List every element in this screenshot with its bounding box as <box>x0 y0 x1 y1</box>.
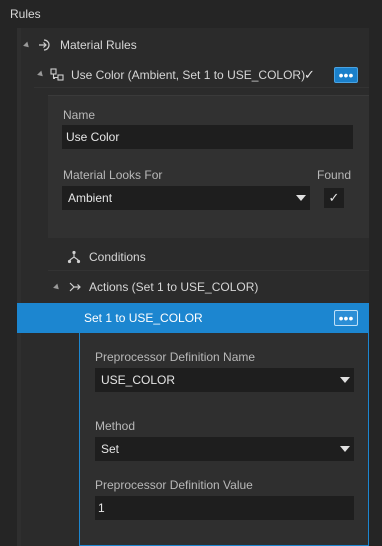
found-label: Found <box>317 168 352 182</box>
rule-menu-button[interactable]: ••• <box>334 67 358 83</box>
enabled-check-icon[interactable]: ✓ <box>304 67 315 83</box>
tree-item-use-color-rule[interactable]: Use Color (Ambient, Set 1 to USE_COLOR) … <box>34 62 369 88</box>
select-value: Ambient <box>68 191 113 205</box>
select-value: Set <box>101 442 120 456</box>
action-menu-button[interactable]: ••• <box>334 310 358 326</box>
name-field[interactable]: Use Color <box>62 125 353 149</box>
method-select[interactable]: Set <box>95 437 354 461</box>
tree-item-label: Set 1 to USE_COLOR <box>84 311 203 325</box>
tree-item-label: Actions (Set 1 to USE_COLOR) <box>89 280 259 294</box>
action-details-panel: Preprocessor Definition Name USE_COLOR M… <box>79 333 369 546</box>
tree-item-label: Conditions <box>89 249 146 264</box>
expand-triangle-icon[interactable] <box>53 283 61 291</box>
pp-value-field[interactable]: 1 <box>95 496 354 520</box>
chevron-down-icon <box>340 446 350 452</box>
rule-nodes-icon <box>50 67 64 82</box>
select-value: USE_COLOR <box>101 373 176 387</box>
material-looks-for-label: Material Looks For <box>63 168 163 182</box>
tree-item-actions[interactable]: Actions (Set 1 to USE_COLOR) <box>48 273 369 301</box>
tree-item-label: Use Color (Ambient, Set 1 to USE_COLOR) <box>71 67 306 82</box>
tree-item-set-action[interactable]: Set 1 to USE_COLOR ••• <box>17 303 369 333</box>
tree-item-label: Material Rules <box>60 38 137 52</box>
arrow-into-icon <box>38 38 52 52</box>
chevron-down-icon <box>340 377 350 383</box>
panel-title: Rules <box>10 7 41 21</box>
expand-triangle-icon[interactable] <box>37 70 45 79</box>
tree-item-conditions[interactable]: Conditions <box>48 243 369 271</box>
conditions-icon <box>67 250 81 264</box>
pp-name-select[interactable]: USE_COLOR <box>95 368 354 392</box>
material-looks-for-select[interactable]: Ambient <box>62 186 310 210</box>
expand-triangle-icon[interactable] <box>23 41 31 49</box>
pp-value-label: Preprocessor Definition Value <box>95 478 253 492</box>
action-arrow-icon <box>68 280 82 294</box>
name-label: Name <box>63 108 96 122</box>
pp-name-label: Preprocessor Definition Name <box>95 350 256 364</box>
tree-gutter <box>17 28 21 546</box>
rule-details-panel: Name Use Color Material Looks For Found … <box>48 95 369 238</box>
chevron-down-icon <box>296 195 306 201</box>
tree-item-material-rules[interactable]: Material Rules <box>20 34 369 56</box>
method-label: Method <box>95 419 136 433</box>
found-checkbox[interactable]: ✓ <box>324 188 344 208</box>
